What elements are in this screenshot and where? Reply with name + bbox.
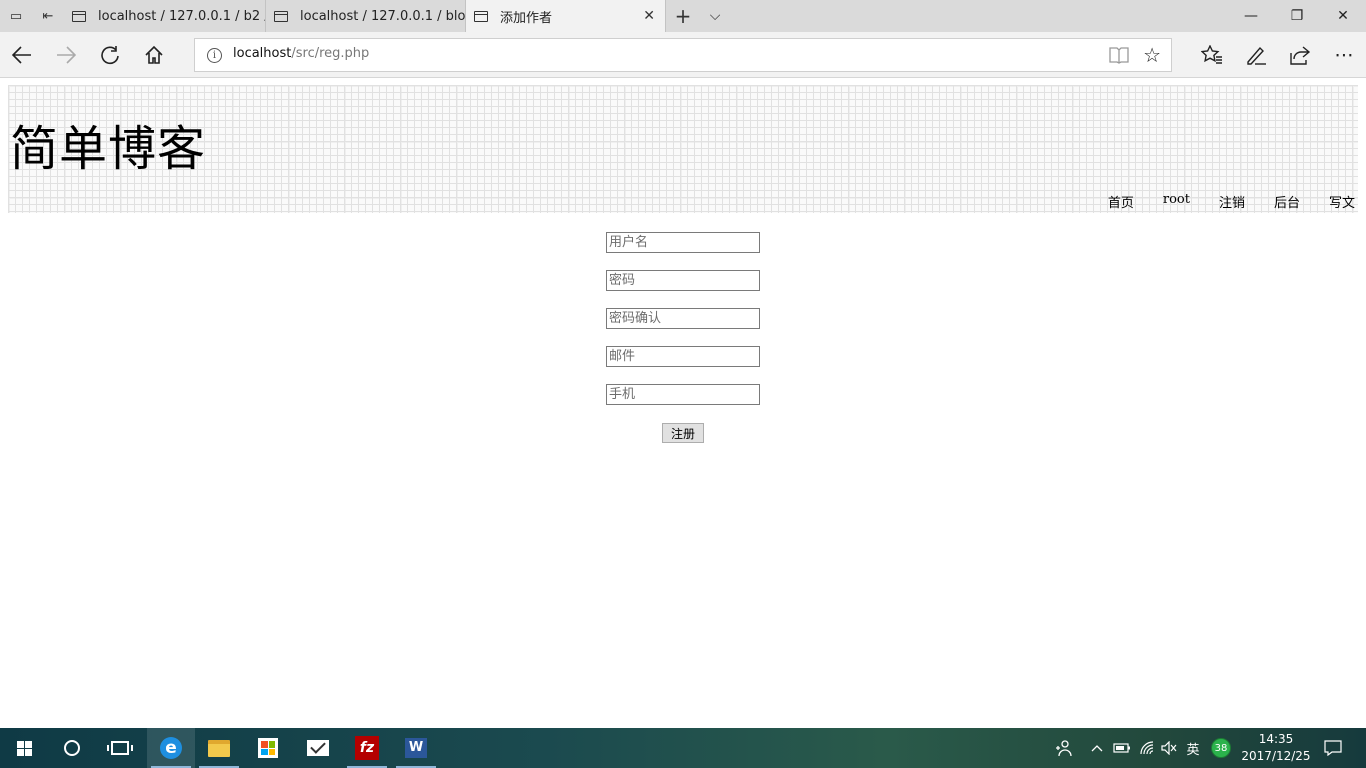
show-hidden-icons-icon[interactable]	[1086, 728, 1108, 768]
task-view-icon[interactable]	[96, 728, 144, 768]
taskbar: e fz W 英 38 14:35 2017/12/25	[0, 728, 1366, 768]
page-icon	[474, 10, 488, 22]
file-explorer-icon[interactable]	[195, 728, 243, 768]
tab-title: localhost / 127.0.0.1 / b2 / p	[98, 8, 265, 24]
username-input[interactable]	[606, 232, 760, 253]
back-icon[interactable]	[6, 39, 38, 71]
volume-muted-icon[interactable]	[1158, 728, 1180, 768]
home-icon[interactable]	[138, 39, 170, 71]
site-nav: 首页 root 注销 后台 写文	[1108, 192, 1355, 211]
clock-date: 2017/12/25	[1241, 749, 1311, 763]
battery-icon[interactable]	[1110, 728, 1134, 768]
nav-link-write[interactable]: 写文	[1329, 192, 1355, 211]
input-language[interactable]: 英	[1182, 728, 1204, 768]
people-icon[interactable]	[1050, 728, 1076, 768]
share-icon[interactable]	[1284, 39, 1316, 71]
registration-form	[606, 232, 760, 422]
password-input[interactable]	[606, 270, 760, 291]
register-button[interactable]: 注册	[662, 423, 704, 443]
tray-app-badge[interactable]: 38	[1208, 728, 1234, 768]
clock-time: 14:35	[1258, 732, 1294, 746]
nav-link-logout[interactable]: 注销	[1219, 192, 1245, 211]
badge-count: 38	[1211, 738, 1231, 758]
password-confirm-input[interactable]	[606, 308, 760, 329]
nav-link-admin[interactable]: 后台	[1274, 192, 1300, 211]
restore-button[interactable]: ❐	[1274, 0, 1320, 32]
site-info-icon[interactable]: i	[207, 48, 222, 63]
tab-add-author[interactable]: 添加作者 ✕	[466, 0, 666, 32]
word-icon[interactable]: W	[392, 728, 440, 768]
set-aside-tabs-icon[interactable]: ▭	[0, 0, 32, 32]
page-icon	[274, 10, 288, 22]
chevron-down-icon[interactable]: ⌵	[702, 3, 728, 29]
clock[interactable]: 14:35 2017/12/25	[1238, 731, 1314, 765]
edge-icon[interactable]: e	[147, 728, 195, 768]
refresh-icon[interactable]	[94, 39, 126, 71]
favorites-hub-icon[interactable]	[1196, 39, 1228, 71]
browser-toolbar: i localhost/src/reg.php ☆ ⋯	[0, 32, 1366, 78]
nav-link-user[interactable]: root	[1163, 192, 1190, 211]
forward-icon[interactable]	[50, 39, 82, 71]
start-icon[interactable]	[0, 728, 48, 768]
new-tab-button[interactable]: +	[670, 3, 696, 29]
web-note-icon[interactable]	[1240, 39, 1272, 71]
tab-title: 添加作者	[500, 10, 553, 26]
nav-link-home[interactable]: 首页	[1108, 192, 1134, 211]
url-path: /src/reg.php	[291, 46, 370, 61]
close-tab-icon[interactable]: ✕	[643, 8, 655, 24]
mail-icon[interactable]	[294, 728, 342, 768]
cortana-icon[interactable]	[48, 728, 96, 768]
address-bar[interactable]: i localhost/src/reg.php ☆	[194, 38, 1172, 72]
store-icon[interactable]	[244, 728, 292, 768]
reading-view-icon[interactable]	[1109, 46, 1129, 64]
favorite-star-icon[interactable]: ☆	[1143, 43, 1161, 67]
close-window-button[interactable]: ✕	[1320, 0, 1366, 32]
url-host: localhost	[233, 46, 292, 61]
tab-phpmyadmin-blog[interactable]: localhost / 127.0.0.1 / blog ,	[266, 0, 466, 32]
site-header: 简单博客 首页 root 注销 后台 写文	[8, 85, 1358, 213]
action-center-icon[interactable]	[1318, 728, 1348, 768]
url-text[interactable]: localhost/src/reg.php	[233, 46, 369, 61]
page-icon	[72, 10, 86, 22]
more-icon[interactable]: ⋯	[1328, 39, 1360, 71]
tab-phpmyadmin-b2[interactable]: localhost / 127.0.0.1 / b2 / p	[64, 0, 266, 32]
minimize-button[interactable]: —	[1228, 0, 1274, 32]
phone-input[interactable]	[606, 384, 760, 405]
email-input[interactable]	[606, 346, 760, 367]
tab-title: localhost / 127.0.0.1 / blog ,	[300, 8, 465, 24]
filezilla-icon[interactable]: fz	[343, 728, 391, 768]
site-title: 简单博客	[10, 121, 207, 177]
tab-preview-icon[interactable]: ⇤	[32, 0, 64, 32]
browser-tab-strip: ▭ ⇤ localhost / 127.0.0.1 / b2 / p local…	[0, 0, 1366, 32]
wifi-icon[interactable]	[1136, 728, 1160, 768]
